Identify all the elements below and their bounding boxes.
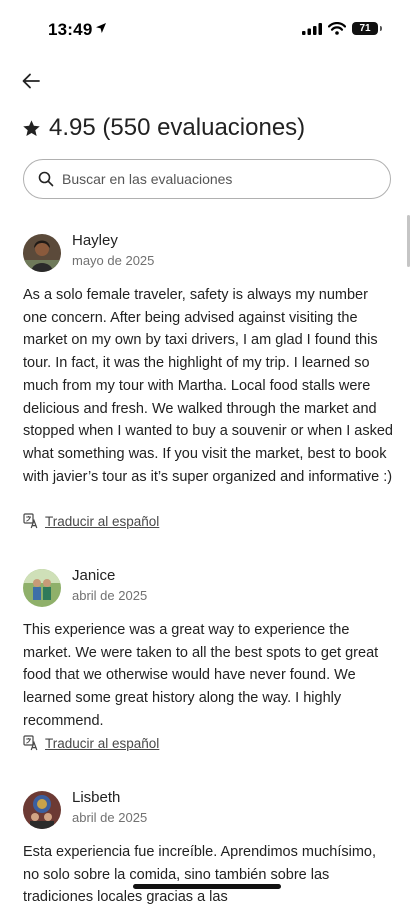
review-text: As a solo female traveler, safety is alw… — [23, 287, 393, 485]
review-date: mayo de 2025 — [72, 253, 155, 268]
status-bar: 13:49 71 — [0, 0, 414, 56]
wifi-icon — [328, 22, 346, 35]
avatar[interactable] — [23, 569, 61, 607]
translate-label[interactable]: Traducir al español — [45, 736, 159, 751]
rating-summary: 4.95 (550 evaluaciones) — [49, 114, 306, 141]
cellular-signal-icon — [302, 22, 322, 35]
search-icon — [38, 171, 54, 187]
home-indicator[interactable] — [133, 884, 281, 889]
translate-icon — [23, 735, 38, 751]
translate-link[interactable]: Traducir al español — [23, 735, 159, 751]
back-arrow-icon[interactable] — [20, 70, 42, 92]
scrollbar[interactable] — [407, 215, 410, 267]
review-date: abril de 2025 — [72, 588, 148, 603]
reviewer-name: Janice — [72, 567, 116, 584]
review-date: abril de 2025 — [72, 810, 148, 825]
status-time: 13:49 — [48, 20, 93, 39]
search-placeholder: Buscar en las evaluaciones — [62, 171, 233, 187]
reviewer-name: Lisbeth — [72, 789, 121, 806]
battery-icon: 71 — [352, 22, 382, 35]
review-text: This experience was a great way to exper… — [23, 622, 379, 729]
translate-link[interactable]: Traducir al español — [23, 513, 159, 529]
translate-icon — [23, 513, 38, 529]
avatar[interactable] — [23, 234, 61, 272]
location-arrow-icon — [96, 23, 106, 33]
reviewer-name: Hayley — [72, 232, 118, 249]
search-reviews-input[interactable]: Buscar en las evaluaciones — [23, 159, 391, 199]
review-text: Esta experiencia fue increíble. Aprendim… — [23, 844, 377, 906]
rating-heading: 4.95 (550 evaluaciones) — [22, 112, 305, 144]
star-icon — [23, 119, 40, 136]
avatar[interactable] — [23, 791, 61, 829]
status-indicators: 71 — [302, 22, 382, 35]
translate-label[interactable]: Traducir al español — [45, 514, 159, 529]
